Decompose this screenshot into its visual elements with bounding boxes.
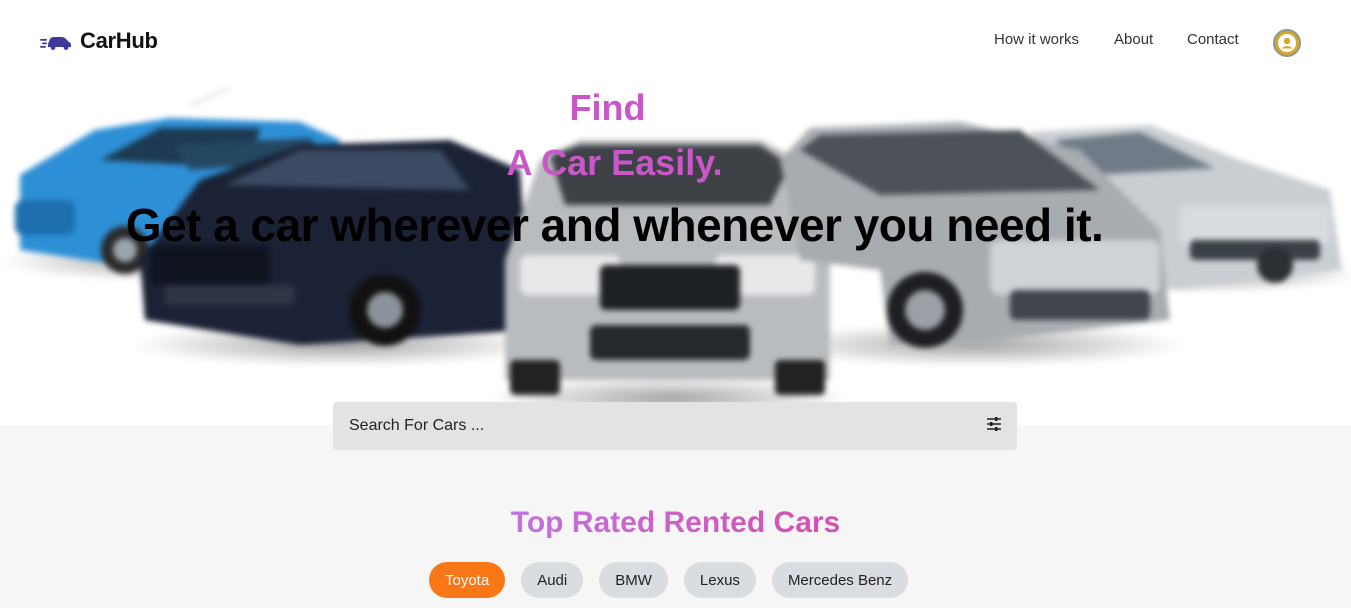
search-input[interactable] [333, 402, 971, 450]
brand-name: CarHub [80, 28, 158, 53]
chip-bmw[interactable]: BMW [599, 562, 668, 598]
chip-audi[interactable]: Audi [521, 562, 584, 598]
hero-headline-line1: Find [569, 87, 646, 128]
chip-lexus[interactable]: Lexus [683, 562, 756, 598]
nav-contact[interactable]: Contact [1187, 31, 1239, 48]
filter-button[interactable] [971, 402, 1017, 450]
nav-how-it-works[interactable]: How it works [994, 31, 1079, 48]
car-speed-icon [40, 31, 72, 51]
user-avatar-icon[interactable] [1273, 29, 1301, 57]
top-rated-title-text: Top Rated Rented Cars [510, 506, 841, 539]
brand-logo[interactable]: CarHub [40, 28, 158, 54]
brand-filter-chips: Toyota Audi BMW Lexus Mercedes Benz [429, 562, 909, 598]
hero-headline-line2: A Car Easily. [506, 142, 723, 183]
top-rated-title: Top Rated Rented Cars [0, 506, 1351, 540]
hero-tagline: Get a car wherever and whenever you need… [125, 199, 1104, 251]
navbar: CarHub How it works About Contact [0, 0, 1351, 84]
nav-about[interactable]: About [1114, 31, 1153, 48]
sliders-icon [986, 416, 1002, 437]
chip-mercedes-benz[interactable]: Mercedes Benz [771, 562, 909, 598]
chip-toyota[interactable]: Toyota [429, 562, 506, 598]
search-bar [333, 402, 1017, 450]
page: CarHub How it works About Contact Find A… [0, 0, 1351, 608]
